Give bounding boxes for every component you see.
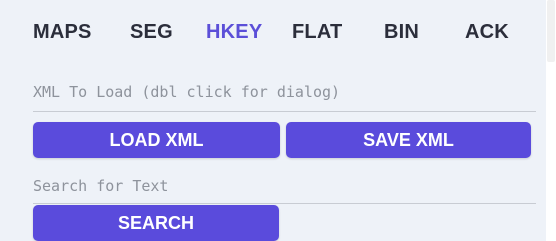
search-input[interactable]: Search for Text	[33, 177, 168, 195]
tab-maps[interactable]: MAPS	[33, 21, 92, 44]
tab-seg[interactable]: SEG	[130, 21, 173, 44]
search-button[interactable]: SEARCH	[33, 205, 279, 241]
xml-load-input-underline	[33, 111, 536, 112]
search-input-underline	[33, 203, 536, 204]
tab-hkey[interactable]: HKEY	[206, 21, 262, 44]
load-xml-button[interactable]: LOAD XML	[33, 122, 280, 158]
tab-flat[interactable]: FLAT	[292, 21, 342, 44]
tab-bar: MAPS SEG HKEY FLAT BIN ACK	[0, 0, 546, 62]
scrollbar-thumb[interactable]	[547, 0, 555, 62]
hl7-tool-panel: MAPS SEG HKEY FLAT BIN ACK XML To Load (…	[0, 0, 546, 241]
save-xml-button[interactable]: SAVE XML	[286, 122, 531, 158]
scrollbar[interactable]	[546, 0, 556, 241]
xml-load-input[interactable]: XML To Load (dbl click for dialog)	[33, 83, 340, 101]
tab-bin[interactable]: BIN	[384, 21, 419, 44]
tab-ack[interactable]: ACK	[465, 21, 509, 44]
